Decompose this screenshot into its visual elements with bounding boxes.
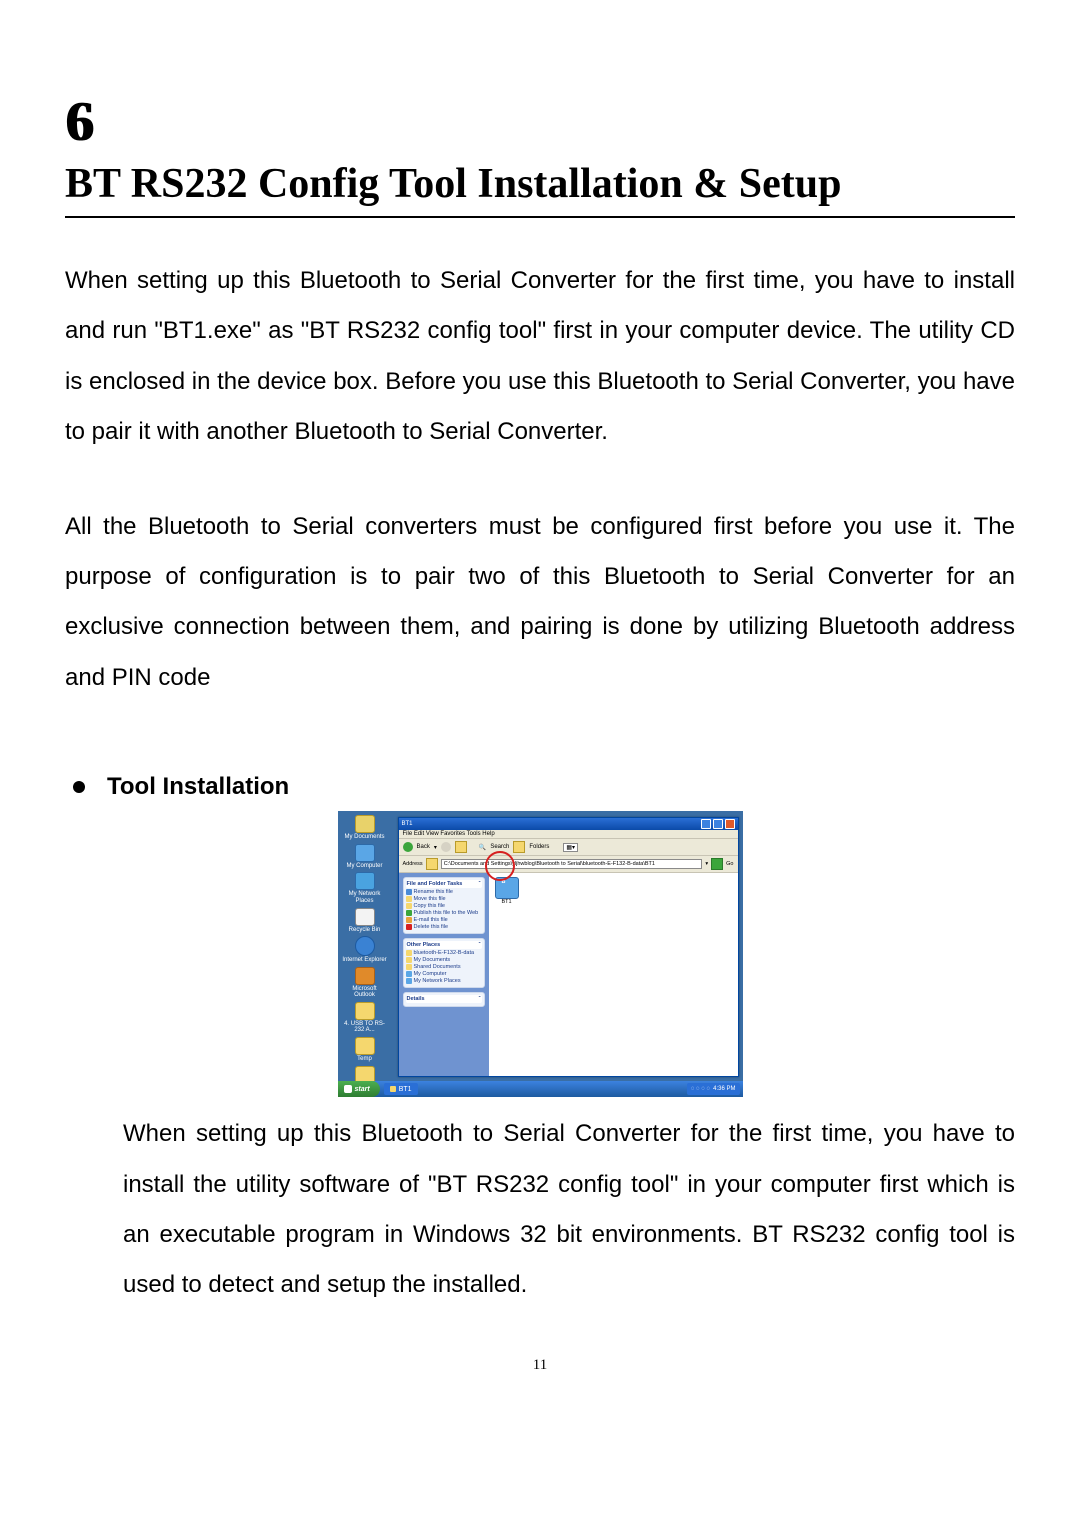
chapter-title: BT RS232 Config Tool Installation & Setu… [65, 160, 1015, 208]
desktop-icons: My Documents My Computer My Network Plac… [342, 815, 388, 1098]
start-button[interactable]: start [338, 1081, 380, 1097]
taskbar-item-bt1[interactable]: BT1 [384, 1083, 418, 1095]
desktop-icon-recycle-bin[interactable]: Recycle Bin [342, 908, 388, 934]
explorer-window: BT1 File Edit View Favorites Tools Help … [398, 817, 739, 1077]
paragraph-1: When setting up this Bluetooth to Serial… [65, 256, 1015, 458]
paragraph-3: When setting up this Bluetooth to Serial… [123, 1109, 1015, 1311]
maximize-button[interactable] [713, 819, 723, 829]
details-panel: Detailsˇ [403, 992, 485, 1007]
toolbar: Back ▾ 🔍 Search Folders ▦▾ [399, 839, 738, 856]
desktop-icon-network-places[interactable]: My Network Places [342, 872, 388, 904]
file-view[interactable]: BT1 [489, 873, 738, 1076]
system-tray[interactable]: ◌ ◌ ◌ ◌ 4:36 PM [687, 1083, 740, 1095]
desktop-icon-outlook[interactable]: Microsoft Outlook [342, 967, 388, 999]
window-title: BT1 [402, 821, 413, 827]
desktop-icon-folder-temp[interactable]: Temp [342, 1037, 388, 1063]
task-pane: File and Folder Tasksˆ Rename this file … [399, 873, 489, 1076]
file-tasks-panel: File and Folder Tasksˆ Rename this file … [403, 877, 485, 934]
back-icon[interactable] [403, 842, 413, 852]
close-button[interactable] [725, 819, 735, 829]
window-titlebar: BT1 [399, 818, 738, 830]
forward-icon[interactable] [441, 842, 451, 852]
views-selector[interactable]: ▦▾ [563, 843, 578, 852]
address-field[interactable]: C:\Documents and Settings\yljhwblog\Blue… [441, 859, 703, 869]
page-number: 11 [65, 1357, 1015, 1374]
desktop-icon-my-documents[interactable]: My Documents [342, 815, 388, 841]
other-places-panel: Other Placesˆ bluetooth-E-F132-B-data My… [403, 938, 485, 988]
folders-icon[interactable] [513, 841, 525, 853]
folders-label[interactable]: Folders [529, 844, 549, 850]
address-label: Address [403, 861, 423, 867]
section-title: Tool Installation [107, 773, 289, 801]
desktop-icon-ie[interactable]: Internet Explorer [342, 936, 388, 964]
back-label[interactable]: Back [417, 844, 430, 850]
bullet-icon [73, 781, 85, 793]
address-icon [426, 858, 438, 870]
desktop-icon-my-computer[interactable]: My Computer [342, 844, 388, 870]
menu-bar[interactable]: File Edit View Favorites Tools Help [399, 830, 738, 839]
highlight-circle [485, 851, 515, 881]
minimize-button[interactable] [701, 819, 711, 829]
title-rule [65, 216, 1015, 218]
up-icon[interactable] [455, 841, 467, 853]
desktop-icon-folder-usb[interactable]: 4. USB TO RS-232 A... [342, 1002, 388, 1034]
taskbar: start BT1 ◌ ◌ ◌ ◌ 4:36 PM [338, 1081, 743, 1097]
explorer-screenshot: My Documents My Computer My Network Plac… [338, 811, 743, 1097]
paragraph-2: All the Bluetooth to Serial converters m… [65, 502, 1015, 704]
go-label[interactable]: Go [726, 861, 733, 867]
clock: 4:36 PM [713, 1086, 735, 1092]
search-label[interactable]: Search [490, 844, 509, 850]
go-button[interactable] [711, 858, 723, 870]
chapter-number: 6 [65, 90, 1015, 154]
file-bt1[interactable]: BT1 [493, 877, 521, 905]
